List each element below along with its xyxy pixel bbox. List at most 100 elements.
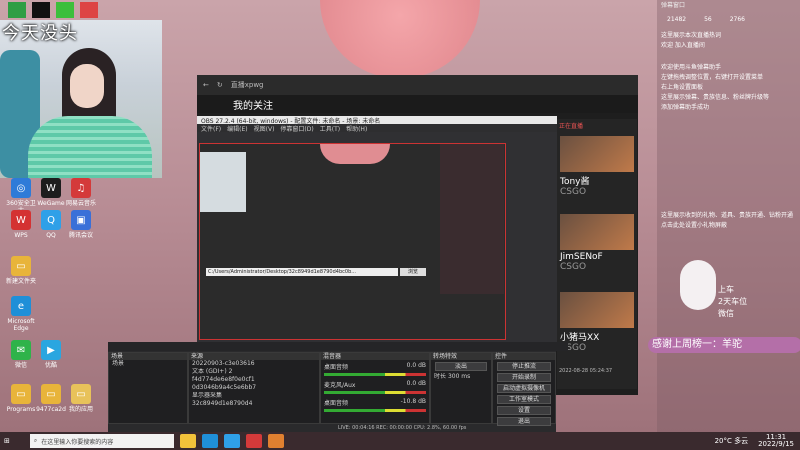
volume-meter[interactable] (324, 409, 426, 412)
chat-message: 右上角设置面板 (661, 84, 704, 91)
desktop-app-icon: Q (41, 210, 61, 230)
desktop-app-icon: ◎ (11, 178, 31, 198)
obs-taskbar-icon[interactable] (245, 434, 262, 448)
chat-header: 弹幕窗口 (661, 2, 686, 9)
mixer-channel: 桌面音频 0.0 dB (321, 360, 429, 378)
desktop-icon[interactable]: ♫ 网易云音乐 (66, 178, 96, 207)
danmu-chat-panel: 弹幕窗口 21482 56 2766 这里展示本次直播热词 欢迎 加入直播间 欢迎使用斗… (657, 0, 800, 432)
app-taskbar-icon[interactable] (267, 434, 284, 448)
desktop-icon[interactable]: W WeGame (36, 178, 66, 207)
desktop-icon[interactable]: ▭ Programs (6, 384, 36, 413)
sources-panel: 来源 20220903-c3e03616 文本 (GDI+) 2 f4d774de6… (188, 352, 320, 424)
top-icon-strip (8, 2, 98, 18)
chat-stat: 2766 (729, 16, 746, 23)
desktop-icon-label: 9477ca2d (36, 406, 66, 413)
follow-list: 正在直播 Tony酱 CSGO JimSENoF CSGO 小猪马XX CSGO 2022-… (557, 119, 637, 389)
source-item[interactable]: 0d3046b9a4c5e6bb7 (189, 384, 319, 392)
overlay-title: 今天没头 (2, 23, 78, 44)
control-button[interactable]: 启动虚拟摄像机 (497, 384, 551, 393)
control-button[interactable]: 停止推流 (497, 362, 551, 371)
desktop-icon-label: QQ (46, 232, 56, 239)
obs-menu-item[interactable]: 文件(F) (201, 124, 221, 133)
mixer-channel: 麦克风/Aux 0.0 dB (321, 378, 429, 396)
desktop-app-icon: ▭ (71, 384, 91, 404)
qq-taskbar-icon[interactable] (223, 434, 240, 448)
source-item[interactable]: f4d774de6e8f0e0cf1 (189, 376, 319, 384)
stream-category: CSGO (560, 187, 587, 197)
cat-character-hair (320, 0, 480, 78)
desktop-icon[interactable]: Q QQ (36, 210, 66, 239)
transition-select[interactable]: 淡出 (435, 362, 487, 371)
control-button[interactable]: 工作室模式 (497, 395, 551, 404)
desktop-icon-label: 新建文件夹 (6, 278, 37, 285)
desktop-app-icon: W (11, 210, 31, 230)
stream-thumbnail (560, 292, 634, 328)
browser-title: 直播xpwg (230, 81, 264, 89)
follow-item[interactable]: Tony酱 CSGO (557, 132, 637, 210)
follow-item[interactable]: 小猪马XX CSGO (557, 288, 637, 366)
volume-meter[interactable] (324, 391, 426, 394)
desktop-icon[interactable]: ▣ 腾讯会议 (66, 210, 96, 239)
desktop-app-icon: ♫ (71, 178, 91, 198)
volume-meter[interactable] (324, 373, 426, 376)
weather-text[interactable]: 20°C 多云 (715, 436, 749, 446)
edge-icon[interactable] (201, 434, 218, 448)
nav-title[interactable]: 我的关注 (233, 97, 273, 112)
browser-subnav: 我的关注 (197, 95, 638, 113)
source-item[interactable]: 32c8949d1e8790d4 (189, 400, 319, 408)
path-field[interactable]: C:/Users/Administrator/Desktop/32c8949d1… (206, 268, 398, 276)
obs-menu-item[interactable]: 工具(T) (320, 124, 340, 133)
control-button[interactable]: 设置 (497, 406, 551, 415)
thanks-banner: 感谢上周榜一：羊驼 (648, 337, 800, 353)
desktop-icon-label: 我的应用 (68, 406, 93, 413)
clock-date[interactable]: 2022/9/15 (758, 441, 794, 448)
stream-thumbnail (560, 214, 634, 250)
windows-start-icon[interactable]: ⊞ (4, 437, 10, 445)
source-item[interactable]: 文本 (GDI+) 2 (189, 368, 319, 376)
streamer-name: 小猪马XX (560, 333, 600, 343)
file-explorer-icon[interactable] (179, 434, 196, 448)
follow-item[interactable]: JimSENoF CSGO (557, 210, 637, 288)
desktop-app-icon: ▭ (11, 256, 31, 276)
desktop-icon[interactable]: ▶ 优酷 (36, 340, 66, 369)
desktop-app-icon: ✉ (11, 340, 31, 360)
obs-menu-item[interactable]: 帮助(H) (346, 124, 367, 133)
stream-category: CSGO (560, 343, 587, 353)
chat-message: 点击此处设置小礼物屏蔽 (661, 222, 728, 229)
desktop-icon-label: 微信 (14, 362, 27, 369)
obs-menu-item[interactable]: 视图(V) (254, 124, 275, 133)
desktop-icon[interactable]: e Microsoft Edge (6, 296, 36, 332)
desktop-app-icon: ▶ (41, 340, 61, 360)
desktop-icon[interactable]: W WPS (6, 210, 36, 239)
desktop-icon[interactable]: ▭ 9477ca2d (36, 384, 66, 413)
refresh-icon[interactable]: ↻ (217, 81, 223, 89)
obs-menu-item[interactable]: 停靠窗口(D) (280, 124, 313, 133)
stream-category: CSGO (560, 262, 587, 272)
mixer-channel-name: 桌面音频 (324, 400, 349, 407)
desktop-icon[interactable]: ▭ 我的应用 (66, 384, 96, 413)
source-item[interactable]: 显示器采集 (189, 392, 319, 400)
source-item[interactable]: 20220903-c3e03616 (189, 360, 319, 368)
taskbar-search[interactable]: ⌕ 在这里输入你要搜索的内容 (29, 434, 174, 448)
obs-status-bar: LIVE: 00:04:16 REC: 00:00:00 CPU: 2.8%, … (338, 425, 467, 431)
desktop-icon-label: WPS (14, 232, 28, 239)
obs-preview: C:/Users/Administrator/Desktop/32c8949d1… (199, 143, 506, 340)
scene-item[interactable]: 场景 (109, 360, 187, 368)
back-icon[interactable]: ← (203, 81, 209, 89)
stream-thumbnail (560, 136, 634, 172)
chat-message: 这里展示弹幕、贵族信息、粉丝牌升级等 (661, 94, 770, 101)
duration-value[interactable]: 300 ms (448, 373, 470, 380)
desktop-icon[interactable]: ◎360安全卫士 (6, 178, 36, 214)
chat-message: 这里展示本次直播热词 (661, 32, 722, 39)
desktop-icon-label: Programs (6, 406, 36, 413)
desktop-icon[interactable]: ✉ 微信 (6, 340, 36, 369)
desktop-app-icon: ▭ (11, 384, 31, 404)
mixer-channel-level: -10.8 dB (400, 398, 426, 405)
browse-button[interactable]: 浏览 (400, 268, 426, 276)
obs-menu-item[interactable]: 编辑(E) (227, 124, 247, 133)
desktop-icon[interactable]: ▭ 新建文件夹 (6, 256, 36, 285)
anime-avatar (680, 260, 716, 310)
browser-toolbar: ← ↻ 直播xpwg (197, 75, 638, 95)
desktop-app-icon: ▭ (41, 384, 61, 404)
control-button[interactable]: 开始录制 (497, 373, 551, 382)
